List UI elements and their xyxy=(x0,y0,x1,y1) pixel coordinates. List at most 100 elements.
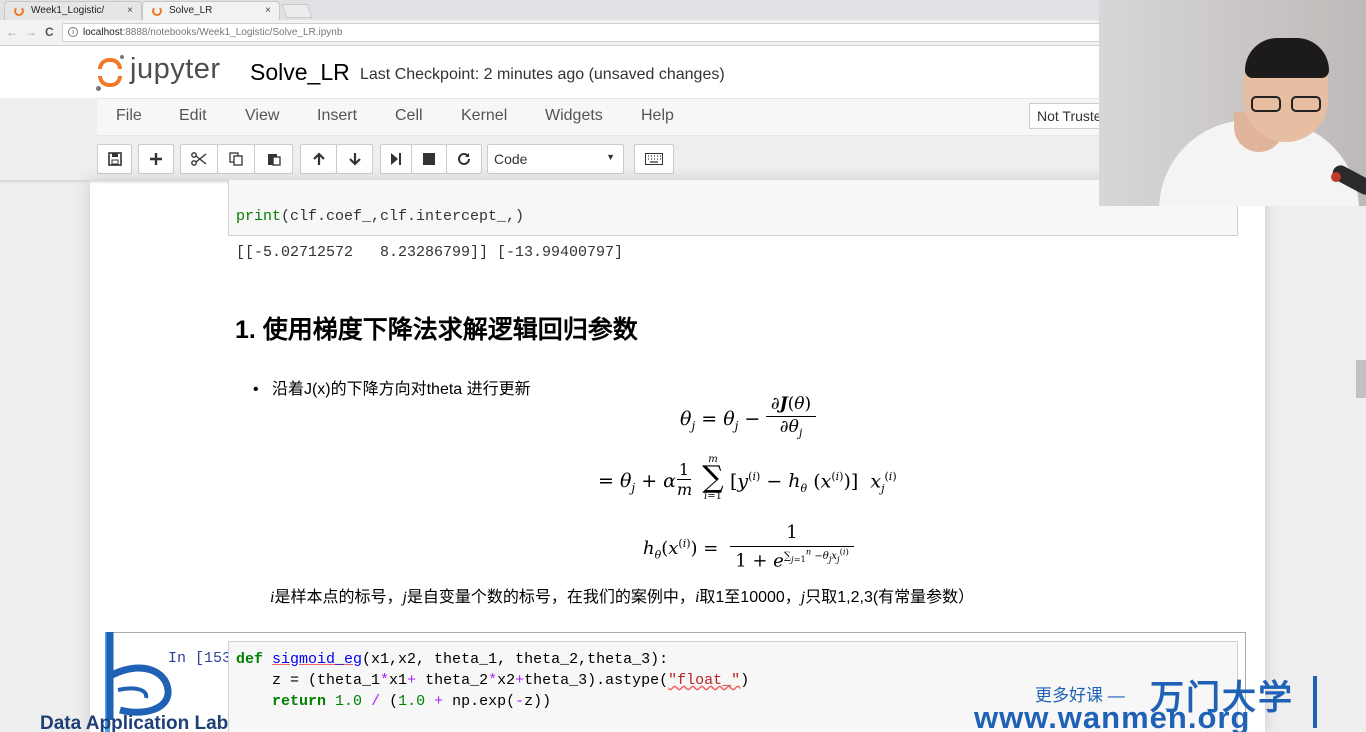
code-keyword: def xyxy=(236,651,264,668)
menu-help[interactable]: Help xyxy=(641,107,674,125)
code-line: z = (theta_1*x1+ theta_2*x2+theta_3).ast… xyxy=(236,672,749,689)
plus-icon xyxy=(150,153,162,165)
code-text: x2 xyxy=(497,672,516,689)
formula-sigmoid: 1 1 + e∑j=1n −θjxj(i) xyxy=(730,522,854,571)
data-application-lab-logo-icon xyxy=(106,632,172,720)
formula-hypothesis: hθ(x(i)) = xyxy=(643,537,719,562)
code-operator: * xyxy=(380,672,390,689)
watermark-divider xyxy=(1313,676,1317,728)
note-text: 取1至10000， xyxy=(699,589,801,606)
code-text: z = (theta_1 xyxy=(236,672,381,689)
browser-tab-solve-lr[interactable]: Solve_LR × xyxy=(142,1,280,20)
note-text: 是自变量个数的标号，在我们的案例中， xyxy=(406,589,695,606)
page-scrollbar-thumb[interactable] xyxy=(1356,360,1366,398)
note-text: 只取1,2,3(有常量参数） xyxy=(805,589,975,606)
screen: Week1_Logistic/ × Solve_LR × ← → C i loc… xyxy=(0,0,1366,732)
stop-icon xyxy=(423,153,435,165)
code-operator: + xyxy=(407,672,417,689)
code-line: print(clf.coef_,clf.intercept_,) xyxy=(236,208,524,225)
function-name: sigmoid_eg xyxy=(272,651,363,668)
command-palette-button[interactable] xyxy=(634,144,674,174)
restart-kernel-button[interactable] xyxy=(446,144,482,174)
code-builtin: print xyxy=(236,208,282,225)
jupyter-favicon-icon xyxy=(14,6,24,16)
code-operator: - xyxy=(515,693,525,710)
note-text: 是样本点的标号， xyxy=(274,589,403,606)
menu-widgets[interactable]: Widgets xyxy=(545,107,603,125)
jupyter-favicon-icon xyxy=(152,6,162,16)
index-note: i是样本点的标号，j是自变量个数的标号，在我们的案例中，i取1至10000，j只… xyxy=(270,583,974,607)
move-down-button[interactable] xyxy=(336,144,373,174)
insert-cell-button[interactable] xyxy=(138,144,174,174)
formula-update: θj = θj − xyxy=(680,408,761,433)
move-up-button[interactable] xyxy=(300,144,337,174)
menu-file[interactable]: File xyxy=(116,107,142,125)
tab-title: Week1_Logistic/ xyxy=(31,5,105,16)
menu-edit[interactable]: Edit xyxy=(179,107,207,125)
code-text: theta_3).astype( xyxy=(524,672,669,689)
code-text: theta_2 xyxy=(416,672,489,689)
code-text: ( xyxy=(389,693,399,710)
cell-type-select[interactable]: Code ▼ xyxy=(487,144,624,174)
code-cell-input[interactable]: print(clf.coef_,clf.intercept_,) xyxy=(228,180,1238,236)
section-heading: 1. 使用梯度下降法求解逻辑回归参数 xyxy=(235,316,638,344)
menu-bar: File Edit View Insert Cell Kernel Widget… xyxy=(97,98,1107,136)
formula-residual: [y(i) − hθ (x(i))] xj(i) xyxy=(730,470,897,496)
forward-icon[interactable]: → xyxy=(25,25,37,39)
url-path: :8888/notebooks/Week1_Logistic/Solve_LR.… xyxy=(122,27,343,38)
close-tab-icon[interactable]: × xyxy=(265,5,271,16)
webcam-overlay xyxy=(1099,0,1366,206)
paste-button[interactable] xyxy=(254,144,293,174)
url-host: localhost xyxy=(83,27,123,38)
browser-tab-week1[interactable]: Week1_Logistic/ × xyxy=(4,1,142,20)
watermark-url: www.wanmen.org xyxy=(974,700,1251,732)
code-string: "float_" xyxy=(668,672,741,689)
bullet-text: 沿着J(x)的下降方向对theta 进行更新 xyxy=(271,381,531,398)
code-text: (clf.coef_,clf.intercept_,) xyxy=(281,208,525,225)
keyboard-icon xyxy=(645,153,663,165)
formula-fraction: 1m xyxy=(677,460,693,499)
code-text: np.exp( xyxy=(452,693,516,710)
code-number: 1.0 xyxy=(335,693,363,710)
back-icon[interactable]: ← xyxy=(6,25,18,39)
bullet-item: • 沿着J(x)的下降方向对theta 进行更新 xyxy=(253,381,531,398)
notebook-title[interactable]: Solve_LR xyxy=(250,59,350,86)
formula-gradient: = θj + α xyxy=(598,470,676,495)
restart-icon xyxy=(458,152,470,165)
arrow-up-icon xyxy=(312,152,325,165)
paste-icon xyxy=(267,154,281,166)
code-operator: / xyxy=(362,693,390,710)
cell-type-value: Code xyxy=(494,151,528,167)
code-operator: + xyxy=(425,693,453,710)
code-keyword: return xyxy=(272,693,327,710)
menu-kernel[interactable]: Kernel xyxy=(461,107,507,125)
formula-sum: m ∑ i=1 xyxy=(702,454,724,502)
code-operator: * xyxy=(488,672,498,689)
trust-button[interactable]: Not Trusted xyxy=(1029,103,1109,129)
code-number: 1.0 xyxy=(398,693,426,710)
new-tab-button[interactable] xyxy=(281,4,313,18)
url-input[interactable]: i localhost:8888/notebooks/Week1_Logisti… xyxy=(62,23,1102,42)
code-operator: + xyxy=(515,672,525,689)
checkpoint-status: Last Checkpoint: 2 minutes ago (unsaved … xyxy=(360,66,725,83)
code-text: (x1,x2, theta_1, theta_2,theta_3): xyxy=(362,651,669,668)
copy-button[interactable] xyxy=(217,144,255,174)
menu-insert[interactable]: Insert xyxy=(317,107,357,125)
save-icon xyxy=(107,152,122,166)
run-button[interactable] xyxy=(380,144,412,174)
close-tab-icon[interactable]: × xyxy=(127,5,133,16)
jupyter-logo-icon[interactable] xyxy=(96,55,126,91)
interrupt-button[interactable] xyxy=(411,144,447,174)
formula-partial: ∂J(θ) ∂θj xyxy=(766,394,816,439)
code-line: def sigmoid_eg(x1,x2, theta_1, theta_2,t… xyxy=(236,651,668,668)
code-text: ) xyxy=(740,672,750,689)
menu-view[interactable]: View xyxy=(245,107,279,125)
site-info-icon[interactable]: i xyxy=(68,27,78,37)
code-text: z)) xyxy=(524,693,552,710)
reload-icon[interactable]: C xyxy=(45,25,54,39)
code-text: x1 xyxy=(389,672,408,689)
cut-button[interactable] xyxy=(180,144,218,174)
menu-cell[interactable]: Cell xyxy=(395,107,423,125)
jupyter-wordmark[interactable]: jupyter xyxy=(130,53,221,86)
save-button[interactable] xyxy=(97,144,132,174)
